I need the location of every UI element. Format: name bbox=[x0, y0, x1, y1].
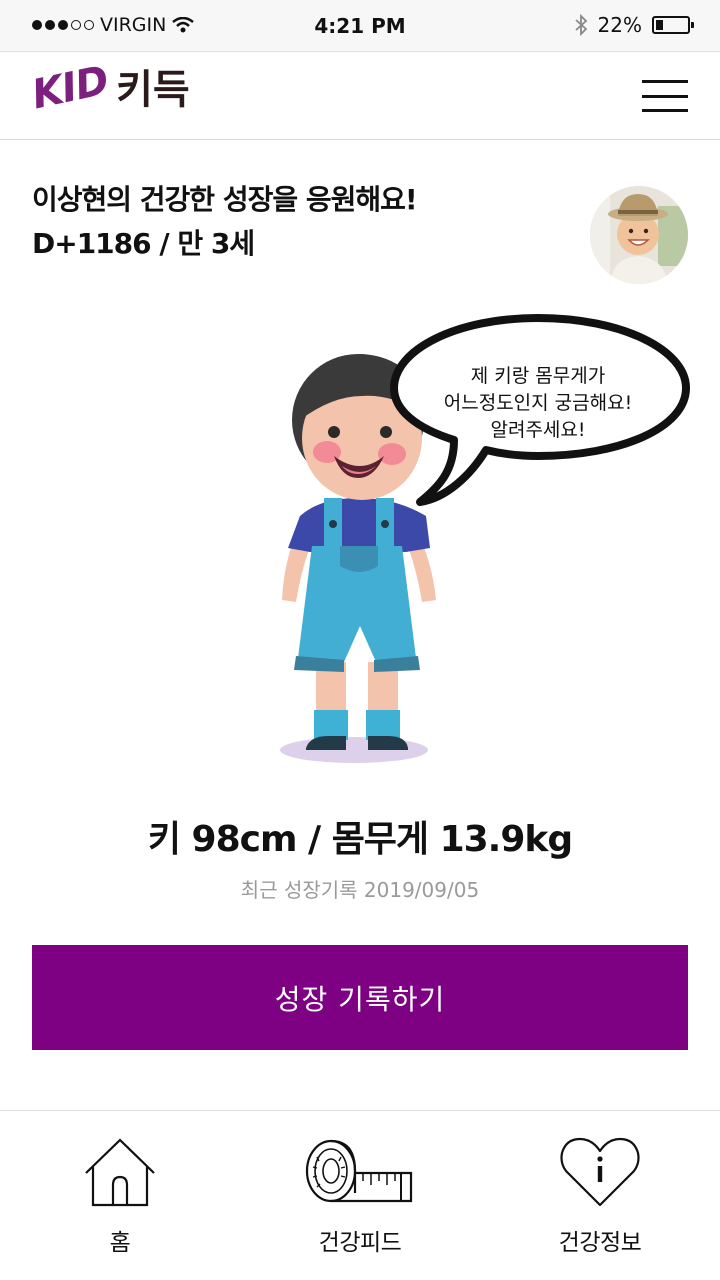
heart-info-icon bbox=[560, 1137, 640, 1207]
battery-fill bbox=[656, 20, 663, 30]
tape-measure-icon bbox=[305, 1139, 413, 1203]
greeting-text: 이상현의 건강한 성장을 응원해요! bbox=[32, 183, 418, 216]
bottom-tab-bar: 홈 건강피드 건강정보 bbox=[0, 1110, 720, 1280]
height-weight-summary: 키 98cm / 몸무게 13.9kg bbox=[147, 819, 573, 860]
recent-record-date: 최근 성장기록 2019/09/05 bbox=[240, 878, 480, 902]
house-icon bbox=[85, 1138, 155, 1207]
child-character-illustration: 제 키랑 몸무게가 어느정도인지 궁금해요! 알려주세요! bbox=[280, 314, 690, 763]
speech-bubble-line-2: 어느정도인지 궁금해요! bbox=[444, 392, 632, 414]
app-logo[interactable]: KID 키득 bbox=[28, 58, 190, 119]
speech-bubble-line-3: 알려주세요! bbox=[490, 419, 585, 441]
status-right: 22% bbox=[574, 13, 694, 37]
tab-home[interactable]: 홈 bbox=[0, 1111, 240, 1280]
battery-icon bbox=[652, 16, 694, 34]
tab-health-feed-label: 건강피드 bbox=[318, 1230, 402, 1256]
status-bar: VIRGIN 4:21 PM 22% bbox=[0, 0, 720, 52]
logo-kid-text: KID bbox=[28, 57, 113, 119]
child-avatar[interactable] bbox=[590, 186, 688, 284]
logo-korean-text: 키득 bbox=[116, 67, 190, 113]
record-growth-button[interactable]: 성장 기록하기 bbox=[32, 945, 688, 1050]
battery-percent: 22% bbox=[597, 13, 642, 37]
bluetooth-icon bbox=[574, 14, 587, 36]
tab-health-info-label: 건강정보 bbox=[558, 1230, 642, 1256]
hamburger-menu-icon[interactable] bbox=[642, 80, 688, 112]
age-info: D+1186 / 만 3세 bbox=[32, 227, 255, 260]
speech-bubble-line-1: 제 키랑 몸무게가 bbox=[471, 365, 605, 387]
child-photo-image bbox=[590, 186, 688, 284]
tab-home-label: 홈 bbox=[109, 1230, 131, 1256]
app-header: KID 키득 bbox=[0, 52, 720, 140]
tab-health-feed[interactable]: 건강피드 bbox=[240, 1111, 480, 1280]
tab-health-info[interactable]: 건강정보 bbox=[480, 1111, 720, 1280]
greeting-block: 이상현의 건강한 성장을 응원해요! D+1186 / 만 3세 bbox=[32, 178, 418, 266]
